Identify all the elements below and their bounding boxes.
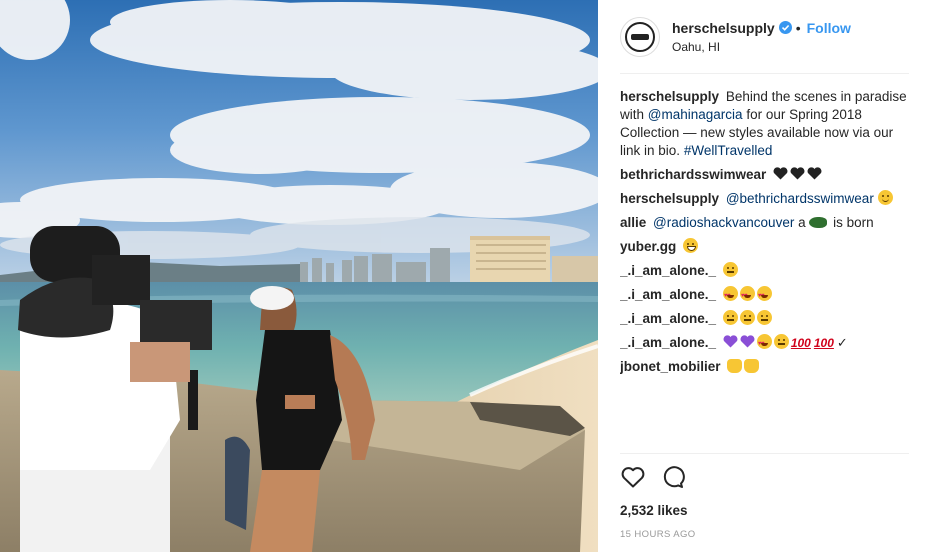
header-top-row: herschelsupply • Follow	[672, 20, 851, 36]
comment-mention[interactable]: @bethrichardsswimwear	[726, 191, 874, 206]
black-heart-icon	[773, 167, 788, 180]
comment-text: a	[798, 215, 806, 230]
post-header: herschelsupply • Follow Oahu, HI	[620, 0, 909, 74]
beach-photo-illustration	[0, 0, 598, 552]
comment-username[interactable]: _.i_am_alone._	[620, 335, 716, 350]
heart-icon[interactable]	[620, 464, 646, 490]
caption-hashtag[interactable]: #WellTravelled	[684, 143, 773, 158]
header-text: herschelsupply • Follow Oahu, HI	[672, 20, 851, 54]
caption-username[interactable]: herschelsupply	[620, 89, 719, 104]
herschel-logo-icon	[625, 21, 655, 52]
heart-eyes-icon	[756, 286, 772, 305]
heart-eyes-icon	[722, 286, 738, 305]
pensive-icon	[773, 334, 789, 349]
comment-username[interactable]: allie	[620, 215, 646, 230]
caption: herschelsupply Behind the scenes in para…	[620, 88, 909, 160]
slight-smile-icon	[877, 190, 893, 205]
heart-eyes-icon	[756, 334, 772, 353]
comment-icon[interactable]	[660, 464, 686, 490]
post-timestamp[interactable]: 15 HOURS AGO	[620, 529, 909, 540]
like-count[interactable]: 2,532 likes	[620, 503, 909, 518]
comment-username[interactable]: _.i_am_alone._	[620, 263, 716, 278]
comment-username[interactable]: bethrichardsswimwear	[620, 167, 766, 182]
comment-item: herschelsupply @bethrichardsswimwear	[620, 190, 909, 208]
verified-badge-icon	[778, 21, 792, 34]
comment-item: _.i_am_alone._	[620, 310, 909, 328]
hundred-icon: 100	[790, 336, 811, 350]
comment-mention[interactable]: @radioshackvancouver	[653, 215, 794, 230]
comment-username[interactable]: jbonet_mobilier	[620, 359, 721, 374]
purple-heart-icon	[723, 335, 738, 348]
comment-username[interactable]: yuber.gg	[620, 239, 676, 254]
black-heart-icon	[790, 167, 805, 180]
check-mark: ✓	[836, 335, 848, 350]
comment-item: _.i_am_alone._ 100100✓	[620, 334, 909, 353]
thumbs-up-icon	[744, 359, 760, 373]
purple-heart-icon	[740, 335, 755, 348]
comment-username[interactable]: _.i_am_alone._	[620, 287, 716, 302]
black-heart-icon	[807, 167, 822, 180]
fish-icon	[809, 217, 828, 228]
hundred-icon: 100	[813, 336, 834, 350]
heart-eyes-icon	[739, 286, 755, 305]
comment-username[interactable]: _.i_am_alone._	[620, 311, 716, 326]
punch-icon	[727, 359, 743, 373]
comment-item: allie @radioshackvancouver a is born	[620, 214, 909, 232]
comment-item: _.i_am_alone._	[620, 286, 909, 305]
separator-dot: •	[795, 19, 801, 36]
comment-item: bethrichardsswimwear	[620, 166, 909, 184]
comment-item: _.i_am_alone._	[620, 262, 909, 280]
comment-text-after: is born	[833, 215, 874, 230]
pensive-icon	[722, 310, 738, 325]
grinning-icon	[683, 238, 699, 253]
comment-list: herschelsupply Behind the scenes in para…	[620, 74, 909, 452]
username-link[interactable]: herschelsupply	[672, 20, 775, 36]
post-sidebar: herschelsupply • Follow Oahu, HI hersche…	[598, 0, 931, 552]
follow-button[interactable]: Follow	[807, 20, 851, 36]
pensive-icon	[739, 310, 755, 325]
comment-item: jbonet_mobilier	[620, 358, 909, 376]
comment-username[interactable]: herschelsupply	[620, 191, 719, 206]
caption-mention[interactable]: @mahinagarcia	[648, 107, 743, 122]
pensive-icon	[756, 310, 772, 325]
post-actions: 2,532 likes 15 HOURS AGO	[620, 453, 909, 540]
comment-item: yuber.gg	[620, 238, 909, 256]
instagram-post: herschelsupply • Follow Oahu, HI hersche…	[0, 0, 931, 552]
avatar[interactable]	[620, 16, 660, 57]
pensive-icon	[722, 262, 738, 277]
action-icons	[620, 464, 909, 490]
post-photo[interactable]	[0, 0, 598, 552]
location-link[interactable]: Oahu, HI	[672, 40, 851, 54]
